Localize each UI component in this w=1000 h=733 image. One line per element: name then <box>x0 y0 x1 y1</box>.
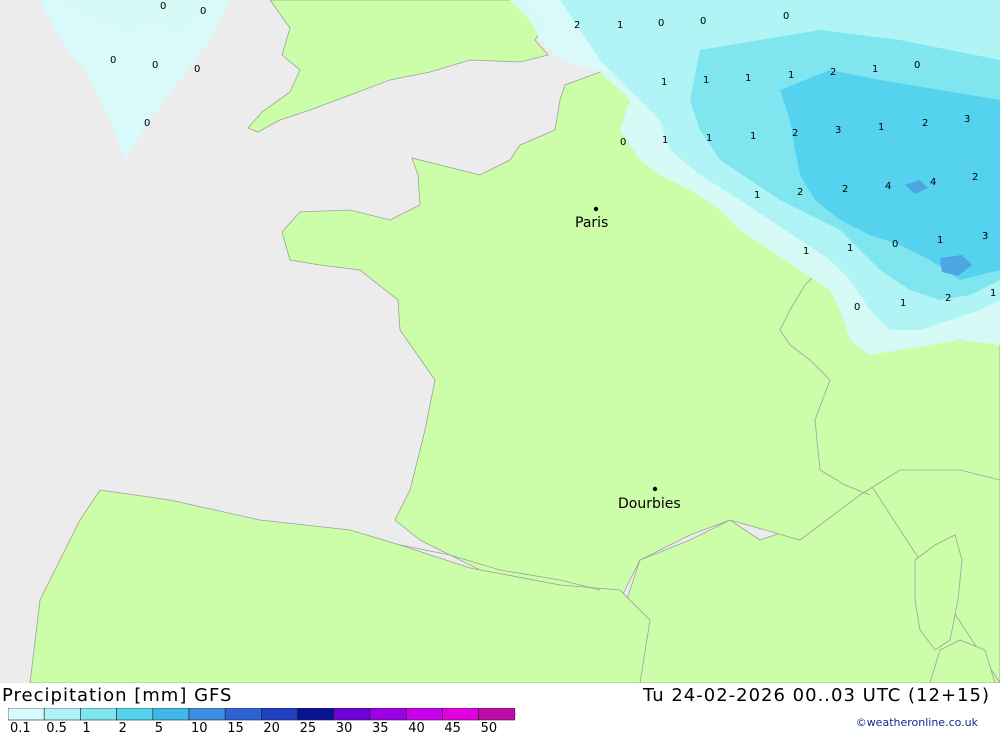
legend-swatch <box>80 708 117 721</box>
value-label: 1 <box>745 73 751 84</box>
legend-label: 45 <box>444 721 461 733</box>
value-label: 0 <box>783 11 789 22</box>
legend-label: 2 <box>119 721 127 733</box>
legend-label: 30 <box>336 721 353 733</box>
value-label: 0 <box>160 1 166 12</box>
value-label: 1 <box>878 122 884 133</box>
precipitation-legend: 0.1 0.5 1 2 5 10 15 20 25 30 35 40 45 50 <box>8 708 518 733</box>
value-label: 3 <box>835 125 841 136</box>
legend-labels: 0.1 0.5 1 2 5 10 15 20 25 30 35 40 45 50 <box>10 721 497 733</box>
legend-label: 40 <box>408 721 425 733</box>
value-label: 1 <box>617 20 623 31</box>
precipitation-map: Paris Dourbies 0 0 0 0 0 0 2 1 0 0 0 1 1… <box>0 0 1000 683</box>
legend-label: 10 <box>191 721 208 733</box>
legend-label: 25 <box>300 721 317 733</box>
legend-swatch <box>333 708 371 721</box>
legend-label: 0.1 <box>10 721 31 733</box>
value-label: 1 <box>937 235 943 246</box>
dourbies-dot <box>652 486 658 492</box>
legend-swatch <box>188 708 226 721</box>
value-label: 0 <box>892 239 898 250</box>
dourbies-label: Dourbies <box>618 496 681 512</box>
legend-label: 50 <box>481 721 498 733</box>
legend-label: 15 <box>227 721 244 733</box>
legend-swatch <box>297 708 335 721</box>
value-label: 0 <box>144 118 150 129</box>
legend-swatch <box>405 708 443 721</box>
legend-label: 35 <box>372 721 389 733</box>
value-label: 0 <box>620 137 626 148</box>
value-label: 1 <box>990 288 996 299</box>
value-label: 0 <box>194 64 200 75</box>
value-label: 2 <box>792 128 798 139</box>
value-label: 2 <box>830 67 836 78</box>
value-label: 2 <box>922 118 928 129</box>
value-label: 0 <box>200 6 206 17</box>
value-label: 1 <box>662 135 668 146</box>
value-label: 1 <box>703 75 709 86</box>
legend-label: 20 <box>263 721 280 733</box>
value-label: 0 <box>110 55 116 66</box>
value-label: 4 <box>930 177 936 188</box>
legend-swatch <box>8 708 45 721</box>
legend-swatch <box>152 708 190 721</box>
value-label: 1 <box>661 77 667 88</box>
legend-swatch <box>224 708 262 721</box>
paris-dot <box>593 206 599 212</box>
value-label: 0 <box>152 60 158 71</box>
map-title: Precipitation [mm] GFS <box>2 685 233 706</box>
value-label: 2 <box>972 172 978 183</box>
value-label: 4 <box>885 181 891 192</box>
value-label: 1 <box>750 131 756 142</box>
valid-time: Tu 24-02-2026 00..03 UTC (12+15) <box>642 685 990 706</box>
value-label: 1 <box>803 246 809 257</box>
value-label: 3 <box>982 231 988 242</box>
paris-label: Paris <box>575 215 608 231</box>
value-label: 2 <box>945 293 951 304</box>
legend-swatches <box>8 708 516 721</box>
value-label: 1 <box>872 64 878 75</box>
legend-swatch <box>43 708 81 721</box>
value-label: 1 <box>706 133 712 144</box>
value-label: 1 <box>847 243 853 254</box>
legend-swatch <box>442 708 479 721</box>
value-label: 3 <box>964 114 970 125</box>
credit-link[interactable]: ©weatheronline.co.uk <box>856 716 978 729</box>
value-label: 0 <box>914 60 920 71</box>
value-label: 1 <box>754 190 760 201</box>
value-label: 0 <box>854 302 860 313</box>
legend-label: 5 <box>155 721 163 733</box>
legend-swatch <box>261 708 298 721</box>
legend-label: 0.5 <box>46 721 67 733</box>
legend-swatch <box>116 708 154 721</box>
value-label: 2 <box>797 187 803 198</box>
value-label: 1 <box>788 70 794 81</box>
legend-label: 1 <box>82 721 90 733</box>
value-label: 1 <box>900 298 906 309</box>
legend-swatch <box>369 708 407 721</box>
value-label: 2 <box>842 184 848 195</box>
value-label: 0 <box>700 16 706 27</box>
value-label: 2 <box>574 20 580 31</box>
value-label: 0 <box>658 18 664 29</box>
